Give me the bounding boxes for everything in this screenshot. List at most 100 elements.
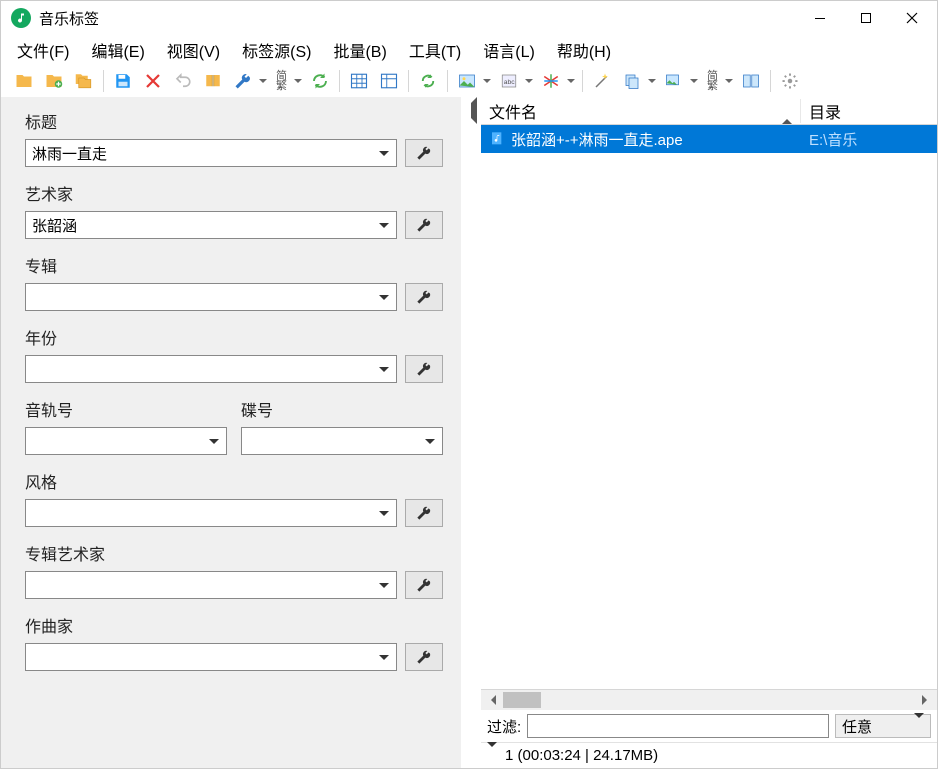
artist-input[interactable]: 张韶涵 xyxy=(25,211,397,239)
text-dropdown-icon[interactable] xyxy=(524,68,534,94)
track-input[interactable] xyxy=(25,427,227,455)
audio-file-icon xyxy=(489,130,507,148)
menu-language[interactable]: 语言(L) xyxy=(479,36,539,64)
column-directory[interactable]: 目录 xyxy=(801,99,937,123)
copy-tags-icon[interactable] xyxy=(619,68,645,94)
albumartist-label: 专辑艺术家 xyxy=(25,541,443,565)
text-icon[interactable]: abc xyxy=(496,68,522,94)
chevron-down-icon xyxy=(424,435,436,447)
lang-toggle-2-icon[interactable]: 简 繁 xyxy=(703,70,722,92)
album-tools-button[interactable] xyxy=(405,283,443,311)
horizontal-scrollbar[interactable] xyxy=(481,690,937,710)
menu-batch[interactable]: 批量(B) xyxy=(329,36,390,64)
scroll-left-icon[interactable] xyxy=(481,690,501,710)
delete-icon[interactable] xyxy=(140,68,166,94)
table-row[interactable]: 张韶涵+-+淋雨一直走.ape E:\音乐 xyxy=(481,125,937,153)
add-folder-icon[interactable] xyxy=(41,68,67,94)
open-folder-icon[interactable] xyxy=(11,68,37,94)
composer-label: 作曲家 xyxy=(25,613,443,637)
app-icon xyxy=(11,8,31,28)
menu-bar: 文件(F) 编辑(E) 视图(V) 标签源(S) 批量(B) 工具(T) 语言(… xyxy=(1,35,937,65)
lang-toggle-icon[interactable]: 简 繁 xyxy=(272,70,291,92)
image-copy-dropdown-icon[interactable] xyxy=(689,68,699,94)
menu-help[interactable]: 帮助(H) xyxy=(553,36,615,64)
disc-label: 碟号 xyxy=(241,397,443,421)
genre-tools-button[interactable] xyxy=(405,499,443,527)
book-icon[interactable] xyxy=(200,68,226,94)
sync-icon[interactable] xyxy=(415,68,441,94)
panel-splitter[interactable] xyxy=(461,97,481,768)
save-icon[interactable] xyxy=(110,68,136,94)
year-tools-button[interactable] xyxy=(405,355,443,383)
title-label: 标题 xyxy=(25,109,443,133)
sort-asc-icon xyxy=(782,102,792,120)
lang-dropdown-icon[interactable] xyxy=(293,68,303,94)
image-dropdown-icon[interactable] xyxy=(482,68,492,94)
layout-icon[interactable] xyxy=(738,68,764,94)
tag-editor-panel: 标题 淋雨一直走 艺术家 张韶涵 xyxy=(1,97,461,768)
composer-tools-button[interactable] xyxy=(405,643,443,671)
file-list-panel: 文件名 目录 张韶涵+-+淋雨一直走.ape E:\音乐 xyxy=(481,97,937,768)
chevron-down-icon xyxy=(378,363,390,375)
menu-view[interactable]: 视图(V) xyxy=(163,36,224,64)
title-tools-button[interactable] xyxy=(405,139,443,167)
lang2-dropdown-icon[interactable] xyxy=(724,68,734,94)
palette-icon[interactable] xyxy=(538,68,564,94)
toolbar: 简 繁 abc 简 繁 xyxy=(1,65,937,97)
undo-icon[interactable] xyxy=(170,68,196,94)
album-input[interactable] xyxy=(25,283,397,311)
chevron-down-icon xyxy=(378,219,390,231)
title-input[interactable]: 淋雨一直走 xyxy=(25,139,397,167)
status-bar: 1 (00:03:24 | 24.17MB) xyxy=(481,742,937,768)
image-copy-icon[interactable] xyxy=(661,68,687,94)
disc-input[interactable] xyxy=(241,427,443,455)
filter-input[interactable] xyxy=(527,714,829,738)
table-alt-icon[interactable] xyxy=(376,68,402,94)
genre-input[interactable] xyxy=(25,499,397,527)
settings-wrench-icon[interactable] xyxy=(230,68,256,94)
copy-dropdown-icon[interactable] xyxy=(647,68,657,94)
filter-mode-select[interactable]: 任意 xyxy=(835,714,931,738)
menu-edit[interactable]: 编辑(E) xyxy=(87,36,148,64)
artist-value: 张韶涵 xyxy=(32,215,77,236)
table-icon[interactable] xyxy=(346,68,372,94)
cell-directory: E:\音乐 xyxy=(801,129,937,150)
menu-tools[interactable]: 工具(T) xyxy=(405,36,465,64)
chevron-down-icon xyxy=(914,718,924,735)
column-filename[interactable]: 文件名 xyxy=(481,99,801,123)
artist-label: 艺术家 xyxy=(25,181,443,205)
track-label: 音轨号 xyxy=(25,397,227,421)
composer-input[interactable] xyxy=(25,643,397,671)
maximize-button[interactable] xyxy=(843,3,889,33)
minimize-button[interactable] xyxy=(797,3,843,33)
chevron-down-icon xyxy=(378,291,390,303)
palette-dropdown-icon[interactable] xyxy=(566,68,576,94)
magic-wand-icon[interactable] xyxy=(589,68,615,94)
year-label: 年份 xyxy=(25,325,443,349)
table-header: 文件名 目录 xyxy=(481,97,937,125)
window-title: 音乐标签 xyxy=(39,8,99,29)
close-button[interactable] xyxy=(889,3,935,33)
menu-tagsource[interactable]: 标签源(S) xyxy=(238,36,315,64)
settings-dropdown-icon[interactable] xyxy=(258,68,268,94)
scroll-right-icon[interactable] xyxy=(917,690,937,710)
menu-file[interactable]: 文件(F) xyxy=(13,36,73,64)
scroll-thumb[interactable] xyxy=(503,692,541,708)
folders-icon[interactable] xyxy=(71,68,97,94)
image-icon[interactable] xyxy=(454,68,480,94)
year-input[interactable] xyxy=(25,355,397,383)
filter-label: 过滤: xyxy=(487,716,521,737)
albumartist-input[interactable] xyxy=(25,571,397,599)
artist-tools-button[interactable] xyxy=(405,211,443,239)
table-empty-area xyxy=(481,153,937,689)
title-value: 淋雨一直走 xyxy=(32,143,107,164)
albumartist-tools-button[interactable] xyxy=(405,571,443,599)
file-table: 文件名 目录 张韶涵+-+淋雨一直走.ape E:\音乐 xyxy=(481,97,937,690)
refresh-icon[interactable] xyxy=(307,68,333,94)
album-label: 专辑 xyxy=(25,253,443,277)
chevron-down-icon xyxy=(378,579,390,591)
collapse-status-icon[interactable] xyxy=(487,747,497,764)
svg-text:abc: abc xyxy=(504,79,516,86)
genre-label: 风格 xyxy=(25,469,443,493)
gear-icon[interactable] xyxy=(777,68,803,94)
